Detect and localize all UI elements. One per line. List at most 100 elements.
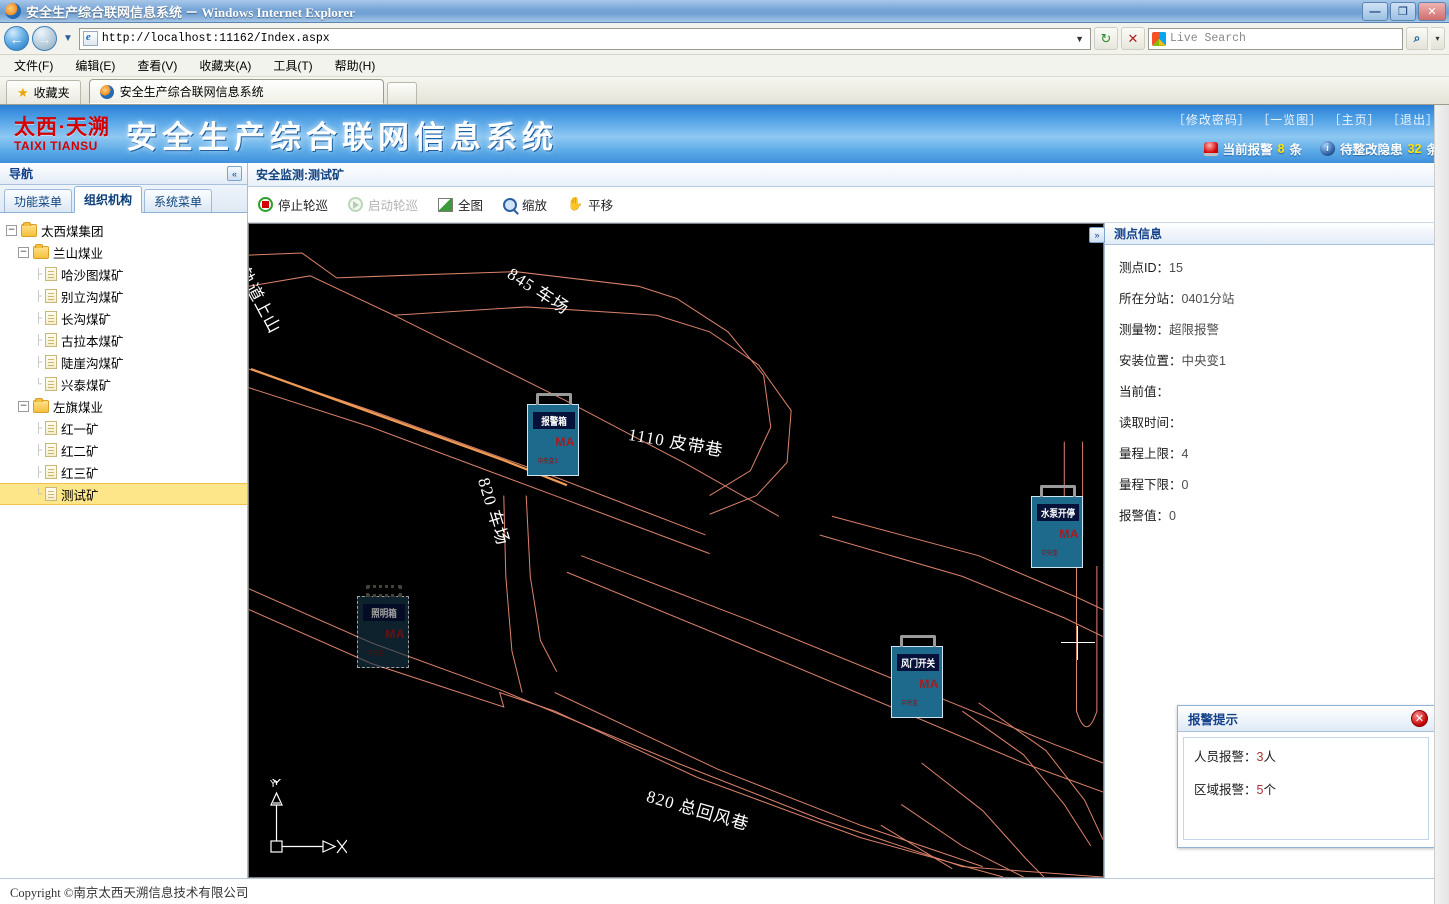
alarm-dialog[interactable]: 报警提示 ✕ 人员报警：3人 区域报警：5个 bbox=[1177, 705, 1435, 848]
magnifier-icon: ⌕ bbox=[1413, 31, 1421, 45]
field-value: 15 bbox=[1169, 261, 1183, 275]
document-icon bbox=[45, 465, 57, 479]
tree-node-mine[interactable]: ├ 红二矿 bbox=[32, 439, 247, 461]
alarm-area-label: 区域报警： bbox=[1194, 783, 1257, 797]
field-measured-object: 测量物：超限报警 bbox=[1119, 319, 1449, 338]
refresh-button[interactable]: ↻ bbox=[1094, 27, 1118, 50]
tree-node-mine[interactable]: ├ 哈沙图煤矿 bbox=[32, 263, 247, 285]
tree-node-mine-selected[interactable]: └ 测试矿 bbox=[0, 483, 247, 505]
browser-tab[interactable]: 安全生产综合联网信息系统 bbox=[88, 79, 384, 104]
copyright-text: Copyright ©南京太西天溯信息技术有限公司 bbox=[10, 886, 249, 900]
new-tab-button[interactable] bbox=[386, 82, 417, 104]
tree-node-label: 红三矿 bbox=[61, 466, 99, 481]
stop-button[interactable]: ✕ bbox=[1121, 27, 1145, 50]
fit-view-button[interactable]: 全图 bbox=[438, 195, 483, 214]
document-icon bbox=[45, 355, 57, 369]
pan-button[interactable]: 平移 bbox=[567, 195, 613, 214]
tree-node-mine[interactable]: └ 兴泰煤矿 bbox=[32, 373, 247, 395]
tab-system-menu[interactable]: 系统菜单 bbox=[144, 189, 213, 212]
stop-patrol-button[interactable]: 停止轮巡 bbox=[258, 195, 328, 214]
link-home[interactable]: ［主页］ bbox=[1329, 113, 1381, 127]
star-icon: ★ bbox=[17, 85, 29, 100]
forward-button[interactable]: → bbox=[32, 26, 57, 51]
tree-node-mine[interactable]: ├ 陡崖沟煤矿 bbox=[32, 351, 247, 373]
tree-node-company[interactable]: − 兰山煤业 bbox=[18, 241, 247, 263]
tab-organization[interactable]: 组织机构 bbox=[74, 186, 143, 213]
page-scrollbar[interactable] bbox=[1434, 105, 1449, 904]
tree-node-label: 兰山煤业 bbox=[53, 246, 104, 261]
link-overview[interactable]: ［一览图］ bbox=[1257, 113, 1322, 127]
field-value: 0 bbox=[1181, 478, 1189, 492]
sensor-display: 报警箱 bbox=[533, 412, 575, 429]
alarm-personnel-row: 人员报警：3人 bbox=[1194, 746, 1428, 765]
sensor-widget[interactable]: 报警箱 MA 中央变1 bbox=[527, 393, 579, 476]
alarm-area-unit: 个 bbox=[1263, 783, 1276, 797]
close-button[interactable]: ✕ bbox=[1418, 2, 1446, 21]
play-icon bbox=[348, 197, 364, 212]
link-change-password[interactable]: ［修改密码］ bbox=[1173, 113, 1251, 127]
tree-node-company[interactable]: − 左旗煤业 bbox=[18, 395, 247, 417]
hazard-count: 32 bbox=[1407, 141, 1422, 156]
maximize-button[interactable]: ❐ bbox=[1390, 2, 1416, 21]
tree-node-group[interactable]: − 太西煤集团 bbox=[6, 219, 247, 241]
sensor-hanger-icon bbox=[536, 393, 572, 405]
zoom-button[interactable]: 缩放 bbox=[503, 195, 547, 214]
menu-help[interactable]: 帮助(H) bbox=[335, 57, 376, 74]
tree-toggle-icon[interactable]: − bbox=[18, 246, 29, 258]
favorites-button[interactable]: ★ 收藏夹 bbox=[6, 80, 81, 104]
alarm-personnel-unit: 人 bbox=[1263, 750, 1276, 764]
tree-node-label: 测试矿 bbox=[61, 488, 99, 503]
sensor-widget-selected[interactable]: 照明箱 MA 中央变 bbox=[357, 585, 409, 668]
menu-tools[interactable]: 工具(T) bbox=[273, 57, 312, 74]
link-logout[interactable]: ［退出］ bbox=[1387, 113, 1439, 127]
tree-node-mine[interactable]: ├ 古拉本煤矿 bbox=[32, 329, 247, 351]
tree-line-icon: └ bbox=[34, 488, 43, 500]
address-dropdown-icon[interactable]: ▼ bbox=[1072, 34, 1087, 44]
search-submit-button[interactable]: ⌕ bbox=[1406, 27, 1428, 50]
tree-node-mine[interactable]: ├ 红三矿 bbox=[32, 461, 247, 483]
live-search-icon bbox=[1152, 31, 1166, 46]
history-dropdown-icon[interactable]: ▼ bbox=[63, 33, 73, 44]
hazard-indicator[interactable]: i 待整改隐患 32 条 bbox=[1320, 139, 1439, 158]
tree-line-icon: ├ bbox=[34, 312, 43, 324]
document-icon bbox=[45, 421, 57, 435]
sensor-widget[interactable]: 风门开关 MA 中央变 bbox=[891, 635, 943, 718]
search-provider-dropdown[interactable]: ▾ bbox=[1431, 27, 1445, 50]
menu-file[interactable]: 文件(F) bbox=[14, 57, 53, 74]
document-icon bbox=[45, 267, 57, 281]
tab-function-menu[interactable]: 功能菜单 bbox=[4, 189, 73, 212]
search-box[interactable]: Live Search bbox=[1148, 27, 1403, 50]
tree-toggle-icon[interactable]: − bbox=[18, 400, 29, 412]
tree-node-mine[interactable]: ├ 别立沟煤矿 bbox=[32, 285, 247, 307]
sensor-code: 中央变 bbox=[1041, 549, 1058, 557]
sidebar-collapse-button[interactable]: « bbox=[227, 166, 242, 181]
address-input[interactable]: http://localhost:11162/Index.aspx bbox=[102, 32, 1068, 45]
tree-node-label: 陡崖沟煤矿 bbox=[61, 356, 124, 371]
current-alarm-indicator[interactable]: 当前报警 8 条 bbox=[1203, 139, 1302, 158]
tab-page-icon bbox=[99, 84, 114, 99]
mine-map-canvas[interactable]: 轨道上山 845 车场 1110 皮带巷 820 车场 820 总回风巷 报警箱… bbox=[248, 223, 1104, 878]
application-root: 太西·天溯 TAIXI TIANSU 安全生产综合联网信息系统 ［修改密码］ ［… bbox=[0, 105, 1449, 904]
panel-expand-button[interactable]: » bbox=[1089, 227, 1105, 243]
tree-node-label: 红一矿 bbox=[61, 422, 99, 437]
favorites-label: 收藏夹 bbox=[33, 86, 70, 100]
tree-node-mine[interactable]: ├ 长沟煤矿 bbox=[32, 307, 247, 329]
tree-toggle-icon[interactable]: − bbox=[6, 224, 17, 236]
field-value: 0 bbox=[1169, 509, 1176, 523]
address-bar[interactable]: http://localhost:11162/Index.aspx ▼ bbox=[78, 27, 1091, 50]
menu-edit[interactable]: 编辑(E) bbox=[75, 57, 115, 74]
menu-favorites[interactable]: 收藏夹(A) bbox=[199, 57, 251, 74]
sensor-name: 照明箱 bbox=[371, 609, 397, 620]
map-crosshair-cursor bbox=[1061, 626, 1095, 660]
minimize-button[interactable]: — bbox=[1362, 2, 1388, 21]
alarm-dialog-title: 报警提示 bbox=[1188, 713, 1239, 727]
close-icon[interactable]: ✕ bbox=[1411, 710, 1428, 727]
search-input[interactable]: Live Search bbox=[1170, 32, 1246, 45]
tree-node-mine[interactable]: ├ 红一矿 bbox=[32, 417, 247, 439]
menu-view[interactable]: 查看(V) bbox=[137, 57, 177, 74]
logo-chinese-name: 太西·天溯 bbox=[14, 114, 111, 139]
start-patrol-button[interactable]: 启动轮巡 bbox=[348, 195, 418, 214]
internet-explorer-icon bbox=[5, 3, 21, 19]
back-button[interactable]: ← bbox=[4, 26, 29, 51]
sensor-widget[interactable]: 水泵开停 MA 中央变 bbox=[1031, 485, 1083, 568]
